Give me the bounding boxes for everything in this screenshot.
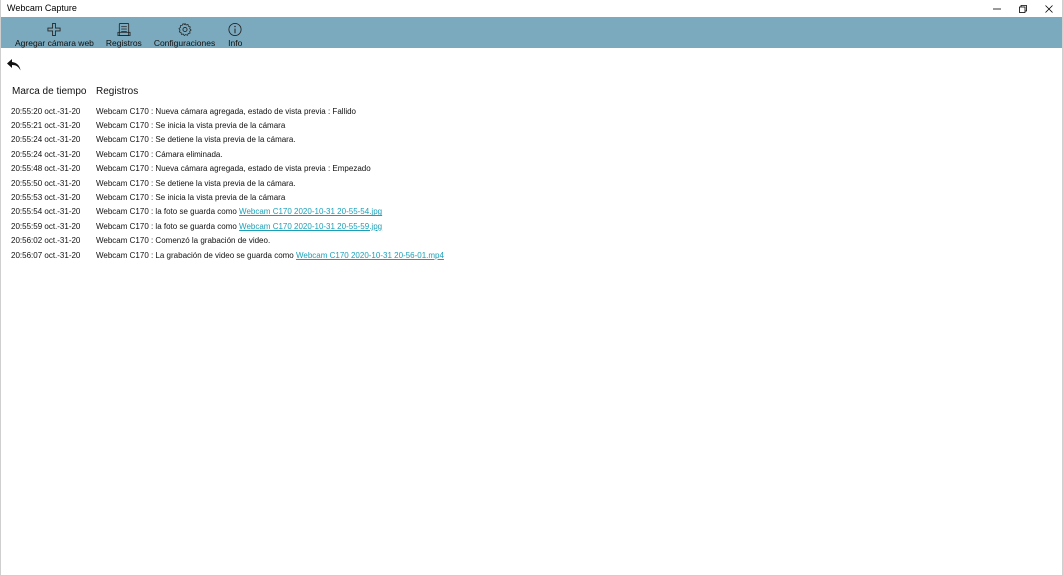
- log-message: Webcam C170 : Nueva cámara agregada, est…: [96, 164, 371, 174]
- title-bar: Webcam Capture: [1, 0, 1062, 17]
- log-message-cell: Webcam C170 : Nueva cámara agregada, est…: [96, 162, 444, 176]
- log-table: Marca de tiempo Registros 20:55:20 oct.-…: [11, 86, 444, 262]
- window-controls: [984, 0, 1062, 17]
- log-message: Webcam C170 : Se inicia la vista previa …: [96, 121, 286, 131]
- log-message-cell: Webcam C170 : la foto se guarda como Web…: [96, 205, 444, 219]
- app-window: Webcam Capture Agregar cámara web Regist…: [0, 0, 1063, 576]
- minimize-button[interactable]: [984, 0, 1010, 17]
- log-message-cell: Webcam C170 : Nueva cámara agregada, est…: [96, 104, 444, 118]
- log-message-cell: Webcam C170 : Se inicia la vista previa …: [96, 118, 444, 132]
- log-message: Webcam C170 : Se detiene la vista previa…: [96, 178, 296, 188]
- log-message: Webcam C170 : Se detiene la vista previa…: [96, 135, 296, 145]
- log-message: Webcam C170 : Cámara eliminada.: [96, 149, 223, 159]
- table-row: 20:55:53 oct.-31-20 Webcam C170 : Se inic…: [11, 190, 444, 204]
- add-webcam-button[interactable]: Agregar cámara web: [9, 17, 100, 48]
- log-icon: [117, 22, 131, 37]
- log-body: 20:55:20 oct.-31-20 Webcam C170 : Nueva c…: [11, 104, 444, 262]
- log-timestamp: 20:55:48 oct.-31-20: [11, 164, 81, 174]
- table-row: 20:55:54 oct.-31-20 Webcam C170 : la foto…: [11, 205, 444, 219]
- table-row: 20:55:24 oct.-31-20 Webcam C170 : Cámara …: [11, 147, 444, 161]
- table-row: 20:55:48 oct.-31-20 Webcam C170 : Nueva c…: [11, 162, 444, 176]
- log-message-cell: Webcam C170 : Comenzó la grabación de vi…: [96, 234, 444, 248]
- log-timestamp: 20:56:07 oct.-31-20: [11, 250, 81, 260]
- minimize-icon: [993, 8, 1001, 9]
- info-label: Info: [228, 38, 243, 48]
- restore-icon: [1019, 4, 1027, 13]
- add-webcam-label: Agregar cámara web: [15, 38, 94, 48]
- info-button[interactable]: Info: [221, 17, 249, 48]
- log-header-row: Marca de tiempo Registros: [11, 86, 444, 104]
- info-icon: [228, 22, 242, 37]
- log-message: Webcam C170 : la foto se guarda como: [96, 221, 240, 231]
- toolbar: Agregar cámara web Registros Configuraci…: [1, 17, 1062, 48]
- settings-label: Configuraciones: [153, 38, 216, 48]
- log-timestamp: 20:55:21 oct.-31-20: [11, 121, 81, 131]
- log-message-cell: Webcam C170 : La grabación de video se g…: [96, 248, 444, 262]
- logs-header: Registros: [96, 86, 139, 97]
- file-link[interactable]: Webcam C170 2020-10-31 20-56-01.mp4: [296, 251, 444, 260]
- table-row: 20:56:07 oct.-31-20 Webcam C170 : La grab…: [11, 248, 444, 262]
- timestamp-header: Marca de tiempo: [12, 86, 87, 97]
- log-timestamp: 20:55:53 oct.-31-20: [11, 193, 81, 203]
- log-timestamp: 20:55:50 oct.-31-20: [11, 178, 81, 188]
- log-timestamp: 20:55:54 oct.-31-20: [11, 207, 81, 217]
- file-link[interactable]: Webcam C170 2020-10-31 20-55-59.jpg: [239, 222, 382, 231]
- log-message: Webcam C170 : Se inicia la vista previa …: [96, 193, 286, 203]
- table-row: 20:55:20 oct.-31-20 Webcam C170 : Nueva c…: [11, 104, 444, 118]
- log-message: Webcam C170 : La grabación de video se g…: [96, 250, 296, 260]
- log-message-cell: Webcam C170 : Cámara eliminada.: [96, 147, 444, 161]
- log-timestamp: 20:55:59 oct.-31-20: [11, 221, 81, 231]
- log-message: Webcam C170 : Comenzó la grabación de vi…: [96, 236, 271, 246]
- logs-label: Registros: [105, 38, 142, 48]
- window-title: Webcam Capture: [7, 3, 77, 13]
- plus-icon: [47, 22, 61, 37]
- settings-button[interactable]: Configuraciones: [148, 17, 221, 48]
- log-timestamp: 20:55:24 oct.-31-20: [11, 149, 81, 159]
- log-timestamp: 20:55:20 oct.-31-20: [11, 106, 81, 116]
- logs-button[interactable]: Registros: [100, 17, 148, 48]
- log-message-cell: Webcam C170 : Se detiene la vista previa…: [96, 176, 444, 190]
- restore-button[interactable]: [1010, 0, 1036, 17]
- log-message-cell: Webcam C170 : la foto se guarda como Web…: [96, 219, 444, 233]
- log-timestamp: 20:56:02 oct.-31-20: [11, 236, 81, 246]
- table-row: 20:55:24 oct.-31-20 Webcam C170 : Se deti…: [11, 133, 444, 147]
- table-row: 20:55:21 oct.-31-20 Webcam C170 : Se inic…: [11, 118, 444, 132]
- log-timestamp: 20:55:24 oct.-31-20: [11, 135, 81, 145]
- close-icon: [1045, 4, 1053, 13]
- table-row: 20:55:50 oct.-31-20 Webcam C170 : Se deti…: [11, 176, 444, 190]
- log-message: Webcam C170 : Nueva cámara agregada, est…: [96, 106, 356, 116]
- back-arrow-icon[interactable]: [6, 58, 22, 72]
- file-link[interactable]: Webcam C170 2020-10-31 20-55-54.jpg: [239, 207, 382, 216]
- log-message-cell: Webcam C170 : Se inicia la vista previa …: [96, 190, 444, 204]
- gear-icon: [178, 23, 191, 36]
- table-row: 20:56:02 oct.-31-20 Webcam C170 : Comenzó…: [11, 234, 444, 248]
- close-button[interactable]: [1036, 0, 1062, 17]
- table-row: 20:55:59 oct.-31-20 Webcam C170 : la foto…: [11, 219, 444, 233]
- log-message: Webcam C170 : la foto se guarda como: [96, 207, 240, 217]
- log-message-cell: Webcam C170 : Se detiene la vista previa…: [96, 133, 444, 147]
